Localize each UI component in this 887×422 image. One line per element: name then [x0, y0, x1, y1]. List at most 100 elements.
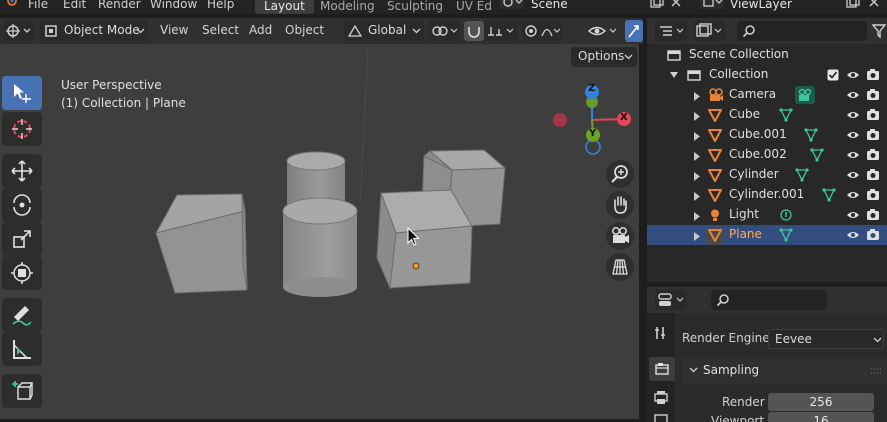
render-camera-icon[interactable] [866, 108, 880, 124]
expand-arrow-right-icon[interactable] [693, 230, 700, 244]
tab-sculpting[interactable]: Sculpting [378, 0, 452, 14]
options-dropdown[interactable]: Options [571, 47, 637, 67]
render-camera-icon[interactable] [866, 228, 880, 244]
mesh-data-icon[interactable] [779, 228, 793, 245]
cube-front-right[interactable] [376, 189, 473, 290]
expand-arrow-right-icon[interactable] [693, 190, 700, 204]
outliner-item-cube-002[interactable]: Cube.002 [647, 145, 887, 165]
expand-arrow-right-icon[interactable] [693, 130, 700, 144]
mesh-data-icon[interactable] [795, 168, 809, 185]
eye-icon[interactable] [846, 129, 860, 144]
render-camera-icon[interactable] [866, 88, 880, 104]
mesh-data-icon[interactable] [810, 148, 824, 165]
eye-icon[interactable] [846, 109, 860, 124]
axis-neg-z-icon[interactable] [585, 139, 601, 155]
menu-file[interactable]: File [28, 0, 48, 11]
outliner-item-camera[interactable]: Camera [647, 85, 887, 105]
menu-window[interactable]: Window [150, 0, 197, 11]
transform-orientation-dropdown[interactable]: Global [344, 21, 424, 41]
output-printer-icon[interactable] [653, 389, 669, 405]
annotate-tool[interactable] [2, 298, 42, 332]
tab-uv-editing[interactable]: UV Ed [447, 0, 501, 14]
render-samples-field[interactable]: 256 [768, 393, 874, 411]
new-scene-icon[interactable] [650, 0, 664, 12]
axis-neg-x-icon[interactable] [553, 113, 567, 127]
outliner-item-cube[interactable]: Cube [647, 105, 887, 125]
drag-handle-icon[interactable] [870, 367, 882, 375]
mesh-data-icon[interactable] [822, 188, 836, 205]
expand-arrow-right-icon[interactable] [693, 170, 700, 184]
blender-logo-icon[interactable] [4, 0, 18, 12]
gizmo-toggle-button[interactable] [625, 20, 643, 42]
editor-type-dropdown[interactable] [4, 21, 34, 41]
scene-name[interactable]: Scene [531, 0, 568, 11]
outliner-search-input[interactable] [737, 21, 867, 41]
camera-view-button[interactable] [606, 222, 634, 250]
render-camera-icon[interactable] [866, 128, 880, 144]
eye-icon[interactable] [846, 149, 860, 164]
proportional-edit-dropdown[interactable] [522, 21, 562, 41]
sampling-panel-header[interactable]: Sampling [682, 358, 887, 384]
menu-select[interactable]: Select [202, 23, 239, 37]
eye-icon[interactable] [846, 189, 860, 204]
render-properties-tab[interactable] [649, 357, 675, 381]
cursor-tool[interactable] [2, 112, 42, 146]
display-mode-dropdown[interactable] [693, 21, 725, 41]
collection-row[interactable]: Collection [647, 65, 887, 85]
render-camera-icon[interactable] [866, 148, 880, 164]
camera-data-icon[interactable] [795, 86, 815, 107]
snap-dropdown[interactable] [464, 21, 518, 41]
transform-tool[interactable] [2, 256, 42, 290]
add-cube-tool[interactable] [2, 374, 42, 408]
light-data-icon[interactable] [779, 208, 793, 225]
mesh-data-icon[interactable] [779, 108, 793, 125]
filter-icon[interactable] [871, 23, 887, 39]
delete-scene-icon[interactable] [670, 0, 682, 12]
cylinder-front[interactable] [282, 197, 358, 297]
expand-arrow-right-icon[interactable] [693, 210, 700, 224]
visibility-eye-icon[interactable] [588, 23, 618, 39]
view-layer-icon[interactable] [700, 0, 724, 12]
rotate-tool[interactable] [2, 188, 42, 222]
outliner-editor-type-dropdown[interactable] [655, 21, 687, 41]
view-layer-tab-icon[interactable] [653, 413, 669, 422]
checkbox-icon[interactable] [827, 69, 839, 81]
outliner-item-cube-001[interactable]: Cube.001 [647, 125, 887, 145]
menu-object[interactable]: Object [285, 23, 324, 37]
eye-icon[interactable] [846, 229, 860, 244]
menu-add[interactable]: Add [249, 23, 272, 37]
menu-render[interactable]: Render [98, 0, 141, 11]
select-box-tool[interactable] [2, 76, 42, 110]
eye-icon[interactable] [846, 169, 860, 184]
view-layer-name[interactable]: ViewLayer [730, 0, 792, 11]
move-tool[interactable] [2, 154, 42, 188]
render-engine-dropdown[interactable]: Eevee [768, 329, 884, 349]
measure-tool[interactable] [2, 332, 42, 366]
outliner-item-cylinder-001[interactable]: Cylinder.001 [647, 185, 887, 205]
expand-arrow-right-icon[interactable] [693, 110, 700, 124]
navigation-gizmo[interactable]: Z X Y [548, 83, 636, 159]
tab-layout[interactable]: Layout [255, 0, 314, 14]
delete-view-layer-icon[interactable] [868, 0, 880, 12]
pivot-point-dropdown[interactable] [428, 21, 460, 41]
render-camera-icon[interactable] [866, 68, 880, 81]
cube-left[interactable] [155, 193, 248, 294]
tool-settings-icon[interactable] [653, 325, 669, 341]
eye-icon[interactable] [846, 89, 860, 104]
expand-arrow-right-icon[interactable] [693, 150, 700, 164]
pan-button[interactable] [606, 191, 634, 219]
menu-help[interactable]: Help [207, 0, 234, 11]
zoom-button[interactable] [606, 160, 634, 188]
render-camera-icon[interactable] [866, 208, 880, 224]
scene-selector-icon[interactable] [500, 0, 524, 12]
expand-arrow-right-icon[interactable] [693, 90, 700, 104]
tab-modeling[interactable]: Modeling [311, 0, 384, 14]
outliner-item-light[interactable]: Light [647, 205, 887, 225]
scale-tool[interactable] [2, 222, 42, 256]
perspective-toggle-button[interactable] [606, 253, 634, 281]
eye-icon[interactable] [846, 69, 860, 81]
mesh-data-icon[interactable] [804, 128, 818, 145]
outliner-item-plane[interactable]: Plane [647, 225, 887, 245]
eye-icon[interactable] [846, 209, 860, 224]
expand-arrow-down-icon[interactable] [670, 71, 678, 79]
